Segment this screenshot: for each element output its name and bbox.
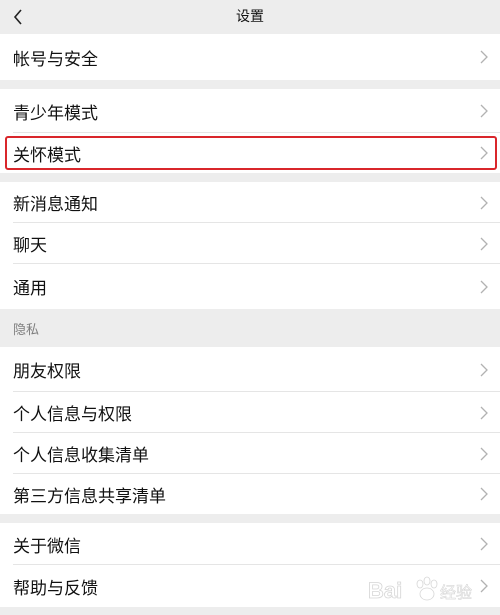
settings-item-label: 朋友权限: [13, 362, 81, 382]
chevron-right-icon: [480, 50, 488, 64]
settings-item-label: 个人信息收集清单: [13, 446, 149, 466]
settings-group-modes: 青少年模式 关怀模式: [0, 89, 500, 173]
settings-item-teen-mode[interactable]: 青少年模式: [0, 89, 500, 133]
settings-item-notifications[interactable]: 新消息通知: [0, 182, 500, 223]
chevron-right-icon: [480, 146, 488, 160]
settings-item-care-mode[interactable]: 关怀模式: [0, 133, 500, 173]
settings-item-label: 关怀模式: [13, 145, 81, 166]
settings-item-label: 个人信息与权限: [13, 405, 132, 425]
settings-group-general: 新消息通知 聊天 通用: [0, 182, 500, 309]
chevron-right-icon: [480, 447, 488, 460]
chevron-right-icon: [480, 104, 488, 118]
settings-item-label: 第三方信息共享清单: [13, 486, 166, 507]
baidu-watermark: Bai 经验: [368, 570, 478, 610]
settings-item-label: 通用: [13, 279, 47, 299]
settings-item-label: 聊天: [13, 236, 47, 256]
settings-item-account-security[interactable]: 帐号与安全: [0, 34, 500, 80]
watermark-subtext: 经验: [440, 583, 472, 602]
settings-item-general[interactable]: 通用: [0, 264, 500, 309]
page-title: 设置: [236, 9, 264, 25]
baidu-paw-icon: Bai 经验: [368, 576, 472, 603]
settings-item-about-wechat[interactable]: 关于微信: [0, 523, 500, 565]
watermark-text: Bai: [368, 578, 402, 603]
section-header-privacy: 隐私: [0, 309, 500, 347]
settings-item-label: 青少年模式: [13, 103, 98, 124]
chevron-right-icon: [480, 406, 488, 419]
settings-item-label: 帮助与反馈: [13, 578, 98, 599]
settings-item-friend-permissions[interactable]: 朋友权限: [0, 347, 500, 392]
chevron-right-icon: [480, 363, 488, 376]
chevron-right-icon: [480, 487, 488, 501]
chevron-right-icon: [480, 196, 488, 209]
chevron-right-icon: [480, 280, 488, 293]
settings-group-account: 帐号与安全: [0, 34, 500, 80]
settings-item-label: 帐号与安全: [13, 49, 98, 70]
settings-item-third-party-sharing[interactable]: 第三方信息共享清单: [0, 474, 500, 514]
settings-item-label: 关于微信: [13, 536, 81, 557]
settings-item-chat[interactable]: 聊天: [0, 223, 500, 264]
chevron-right-icon: [480, 237, 488, 250]
chevron-right-icon: [480, 579, 488, 593]
settings-group-privacy: 朋友权限 个人信息与权限 个人信息收集清单 第三方信息共享清单: [0, 347, 500, 514]
settings-item-personal-info-permissions[interactable]: 个人信息与权限: [0, 392, 500, 433]
chevron-right-icon: [480, 537, 488, 551]
settings-item-label: 新消息通知: [13, 195, 98, 215]
navigation-bar: 设置: [0, 0, 500, 34]
settings-item-personal-info-collection[interactable]: 个人信息收集清单: [0, 433, 500, 474]
